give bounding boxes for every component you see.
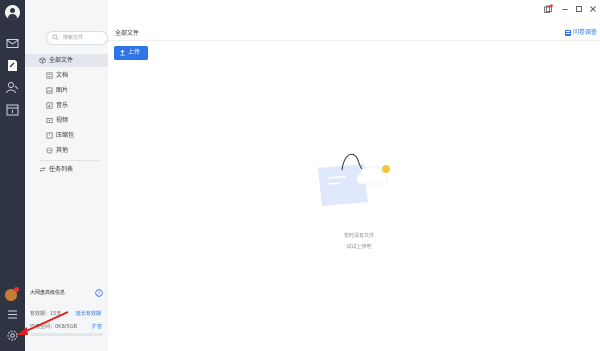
validity-text: 有效期：15天 [30, 311, 62, 317]
search-input[interactable]: 搜索文件 [46, 31, 108, 45]
upload-button-label: 上传 [128, 49, 141, 56]
sidebar-item-label: 任务列表 [49, 166, 74, 173]
calendar-icon[interactable] [5, 102, 20, 117]
document-icon [46, 72, 53, 79]
sidebar-item-label: 图片 [56, 87, 69, 94]
header-divider [108, 40, 600, 41]
upload-button[interactable]: 上传 [114, 46, 148, 60]
sidebar-item-label: 音乐 [56, 102, 69, 109]
settings-icon[interactable] [5, 328, 20, 343]
sidebar-item-tasks[interactable]: 任务列表 [25, 163, 108, 176]
sidebar-item-label: 全部文件 [49, 57, 74, 64]
transfer-icon [39, 166, 46, 173]
user-badge-icon[interactable] [5, 287, 19, 301]
sidebar-item-label: 压缩包 [56, 132, 75, 139]
help-icon[interactable]: ? [95, 289, 103, 297]
skin-icon-top[interactable] [542, 4, 552, 14]
left-rail [0, 0, 25, 351]
storage-title: 大网盘高级信息 [30, 290, 66, 296]
sidebar-item-documents[interactable]: 文档 [25, 69, 108, 82]
search-icon [52, 34, 59, 41]
empty-folder-illustration [318, 153, 390, 206]
sidebar-item-all-files[interactable]: 全部文件 [25, 54, 108, 67]
sidebar-item-videos[interactable]: 视频 [25, 114, 108, 127]
survey-link-label: 问卷调查 [572, 29, 597, 36]
expand-storage-link[interactable]: 扩容 [92, 323, 102, 330]
sidebar-item-label: 其他 [56, 147, 69, 154]
avatar-icon[interactable] [5, 5, 20, 20]
image-icon [46, 87, 53, 94]
sidebar: 搜索文件 全部文件 文档 图片 音乐 视频 压缩包 其他 任务列表 大网盘高级信… [25, 0, 109, 351]
sidebar-item-other[interactable]: 其他 [25, 144, 108, 157]
survey-link[interactable]: 问卷调查 [564, 27, 597, 36]
contacts-icon[interactable] [5, 80, 20, 95]
music-icon [46, 102, 53, 109]
storage-progress-bar [30, 333, 103, 336]
sidebar-item-images[interactable]: 图片 [25, 84, 108, 97]
upload-icon [119, 49, 126, 56]
sidebar-item-music[interactable]: 音乐 [25, 99, 108, 112]
mail-icon[interactable] [5, 36, 20, 51]
survey-icon [564, 29, 571, 36]
menu-icon[interactable] [5, 307, 20, 322]
empty-state-hint: 试试上传吧 [346, 244, 372, 250]
archive-icon [46, 132, 53, 139]
maximize-icon[interactable] [574, 4, 584, 14]
extend-validity-link[interactable]: 延长有效期 [76, 310, 101, 317]
search-placeholder: 搜索文件 [63, 35, 84, 41]
files-icon[interactable] [5, 58, 20, 73]
close-icon[interactable] [588, 4, 598, 14]
usage-text: 已用空间：0KB/5GB [30, 324, 78, 330]
sidebar-item-label: 视频 [56, 117, 69, 124]
sidebar-item-label: 文档 [56, 72, 69, 79]
main-panel: 全部文件 问卷调查 上传 暂时没有文件 试试上传吧 [108, 0, 600, 351]
video-icon [46, 117, 53, 124]
sidebar-divider [39, 160, 101, 161]
page-title: 全部文件 [115, 30, 140, 37]
empty-state-text: 暂时没有文件 [343, 233, 374, 239]
sidebar-item-archives[interactable]: 压缩包 [25, 129, 108, 142]
more-icon [46, 147, 53, 154]
cube-icon [39, 57, 46, 64]
minimize-icon[interactable] [560, 4, 570, 14]
